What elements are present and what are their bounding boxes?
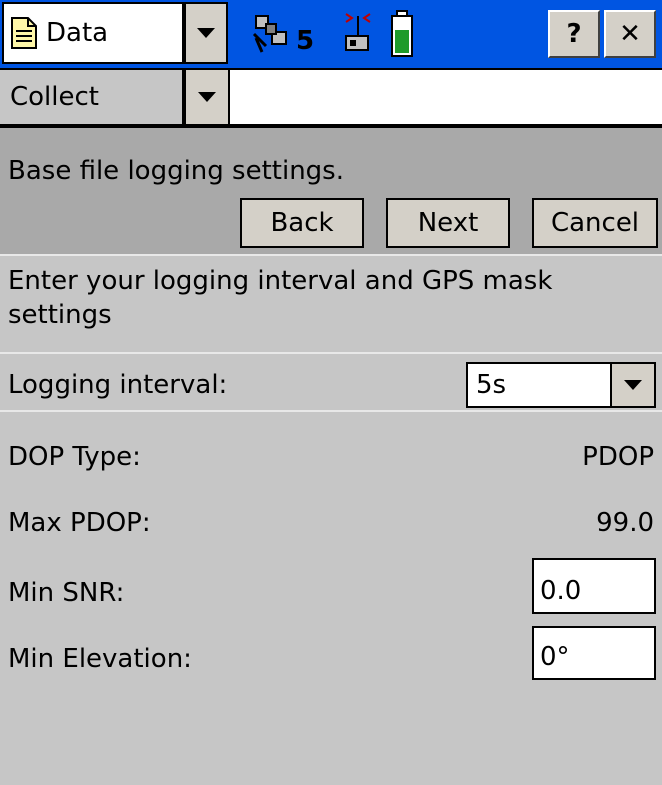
min-elevation-field[interactable]: 0° <box>532 626 656 680</box>
radio-antenna-icon <box>338 8 378 56</box>
max-pdop-label: Max PDOP: <box>8 508 151 538</box>
help-button[interactable]: ? <box>548 10 600 58</box>
logging-interval-value: 5s <box>476 370 507 400</box>
back-button-label: Back <box>270 208 334 238</box>
help-label: ? <box>566 19 582 49</box>
dop-type-label: DOP Type: <box>8 442 141 472</box>
battery-icon <box>390 10 414 58</box>
max-pdop-value: 99.0 <box>596 508 654 538</box>
chevron-down-icon <box>197 28 215 38</box>
app-selector-dropdown-button[interactable] <box>184 2 228 64</box>
back-button[interactable]: Back <box>240 198 364 248</box>
wizard-title: Base file logging settings. <box>8 156 344 186</box>
mode-selector-dropdown-button[interactable] <box>184 70 230 124</box>
mode-selector-label: Collect <box>10 82 99 112</box>
min-elevation-label: Min Elevation: <box>8 644 192 674</box>
dop-type-value: PDOP <box>582 442 654 472</box>
status-area[interactable]: 5 <box>232 4 462 64</box>
cancel-button[interactable]: Cancel <box>532 198 658 248</box>
app-selector-label: Data <box>46 18 109 48</box>
chevron-down-icon <box>624 380 642 390</box>
satellite-icon <box>252 12 292 54</box>
chevron-down-icon <box>198 92 216 102</box>
close-icon: ✕ <box>619 19 641 49</box>
logging-interval-select[interactable]: 5s <box>466 362 656 408</box>
document-icon <box>10 16 38 50</box>
app-selector[interactable]: Data <box>2 2 184 64</box>
cancel-button-label: Cancel <box>550 208 640 238</box>
next-button[interactable]: Next <box>386 198 510 248</box>
instructions-text: Enter your logging interval and GPS mask… <box>8 266 553 330</box>
logging-interval-dropdown-button[interactable] <box>610 362 656 408</box>
divider <box>0 352 662 354</box>
next-button-label: Next <box>417 208 479 238</box>
satellite-count: 5 <box>296 26 315 56</box>
logging-interval-label: Logging interval: <box>8 370 228 400</box>
min-snr-label: Min SNR: <box>8 578 125 608</box>
mode-selector[interactable]: Collect <box>0 70 184 124</box>
min-snr-field[interactable]: 0.0 <box>532 558 656 614</box>
close-button[interactable]: ✕ <box>604 10 656 58</box>
